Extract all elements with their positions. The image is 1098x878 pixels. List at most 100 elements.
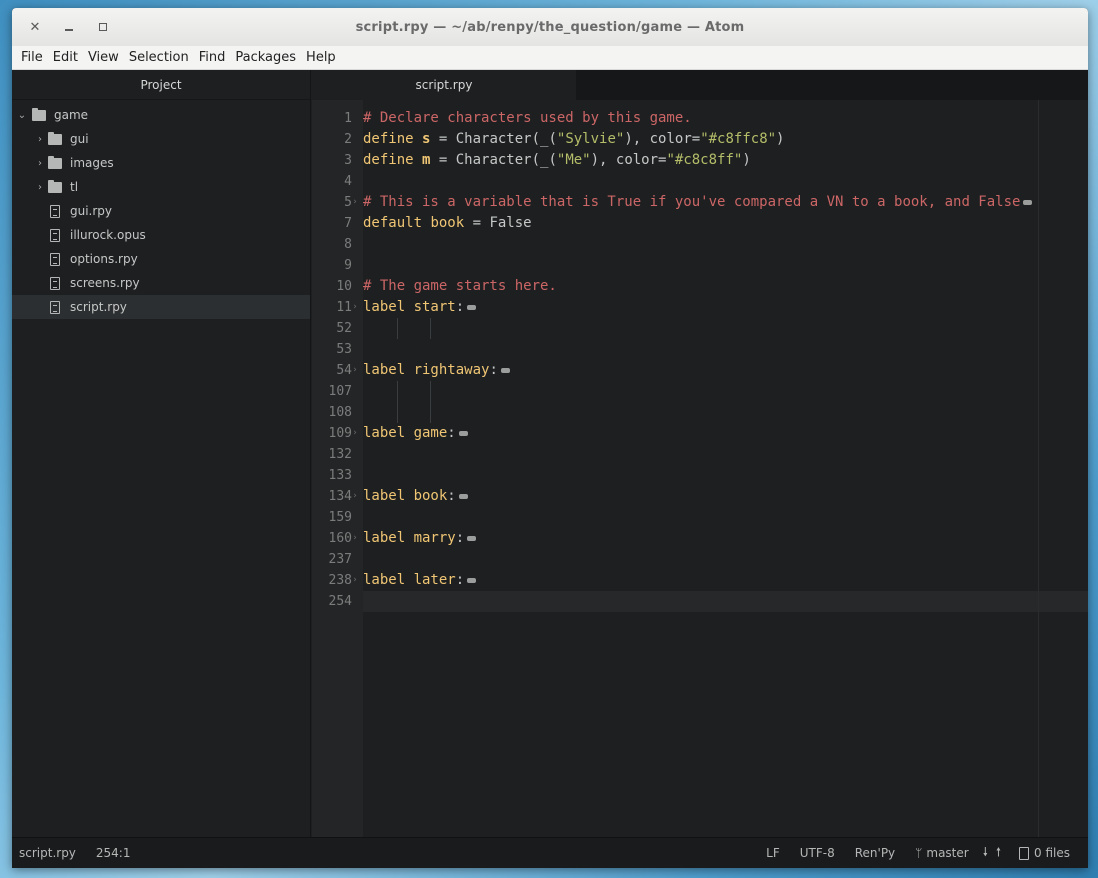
fold-ellipsis-icon[interactable] — [467, 577, 477, 583]
fold-ellipsis-icon[interactable] — [467, 535, 477, 541]
menu-edit[interactable]: Edit — [48, 50, 83, 65]
status-encoding[interactable]: UTF-8 — [790, 846, 845, 860]
project-header[interactable]: Project — [12, 70, 310, 100]
fold-chevron-icon[interactable]: › — [350, 297, 360, 318]
line-number: 107 — [328, 384, 352, 399]
indent-guide — [397, 318, 398, 339]
menu-file[interactable]: File — [16, 50, 48, 65]
fold-chevron-icon[interactable]: › — [350, 486, 360, 507]
code-line[interactable]: label later: — [363, 570, 1088, 591]
fold-ellipsis-icon[interactable] — [467, 304, 477, 310]
indent-guide — [397, 402, 398, 423]
status-line-ending[interactable]: LF — [756, 846, 790, 860]
tree-folder-label: gui — [70, 132, 89, 146]
status-cursor-position[interactable]: 254:1 — [86, 846, 141, 860]
line-number-gutter[interactable]: 1 2 3 4 5 › 7 8 9 10 11 › 52 53 54 › 107 108 109 › 132 133 134… — [312, 100, 363, 837]
minimize-window-button[interactable] — [52, 13, 86, 41]
code-line[interactable] — [363, 591, 1088, 612]
title-bar: ✕ script.rpy — ~/ab/renpy/the_question/g… — [12, 8, 1088, 46]
fold-chevron-icon[interactable]: › — [350, 360, 360, 381]
close-icon: ✕ — [29, 19, 41, 35]
fold-chevron-icon[interactable]: › — [350, 570, 360, 591]
code-line[interactable]: # This is a variable that is True if you… — [363, 192, 1088, 213]
git-branch-icon: ᛘ — [915, 846, 923, 860]
code-line[interactable] — [363, 507, 1088, 528]
tab-script-rpy[interactable]: script.rpy — [312, 70, 576, 100]
code-line[interactable] — [363, 171, 1088, 192]
line-number: 237 — [328, 552, 352, 567]
tree-file-options-rpy[interactable]: options.rpy — [12, 247, 310, 271]
code-line[interactable] — [363, 402, 1088, 423]
menu-find[interactable]: Find — [194, 50, 231, 65]
tree-file-screens-rpy[interactable]: screens.rpy — [12, 271, 310, 295]
tree-file-illurock-opus[interactable]: illurock.opus — [12, 223, 310, 247]
tree-file-label: gui.rpy — [70, 204, 113, 218]
maximize-window-button[interactable] — [86, 13, 120, 41]
tree-file-gui-rpy[interactable]: gui.rpy — [12, 199, 310, 223]
tree-root-game[interactable]: ⌄ game — [12, 103, 310, 127]
code-line[interactable]: # The game starts here. — [363, 276, 1088, 297]
file-icon — [50, 300, 60, 314]
code-line[interactable]: default book = False — [363, 213, 1088, 234]
code-line[interactable]: label book: — [363, 486, 1088, 507]
menu-help[interactable]: Help — [301, 50, 341, 65]
code-area[interactable]: # Declare characters used by this game. d… — [363, 100, 1088, 837]
code-line[interactable]: label start: — [363, 297, 1088, 318]
line-number: 159 — [328, 510, 352, 525]
code-token: ) — [776, 131, 785, 147]
code-line[interactable] — [363, 234, 1088, 255]
line-number: 132 — [328, 447, 352, 462]
chevron-right-icon: › — [38, 157, 42, 169]
tree-folder-images[interactable]: › images — [12, 151, 310, 175]
fold-ellipsis-icon[interactable] — [1023, 199, 1033, 205]
code-line[interactable] — [363, 465, 1088, 486]
status-file-path[interactable]: script.rpy — [19, 846, 86, 860]
tree-folder-label: images — [70, 156, 114, 170]
status-git-branch[interactable]: ᛘ master — [905, 846, 979, 860]
code-token: = Character(_( — [430, 152, 557, 168]
code-token: game — [413, 425, 448, 441]
files-count: 0 files — [1034, 846, 1070, 860]
folder-icon — [48, 179, 62, 193]
git-push-button[interactable]: 🠕 — [992, 843, 1005, 864]
code-line[interactable] — [363, 381, 1088, 402]
code-token: label — [363, 488, 414, 504]
menu-bar: File Edit View Selection Find Packages H… — [12, 46, 1088, 70]
code-line[interactable] — [363, 549, 1088, 570]
fold-chevron-icon[interactable]: › — [350, 528, 360, 549]
tree-file-label: script.rpy — [70, 300, 127, 314]
code-line[interactable] — [363, 444, 1088, 465]
code-token: label — [363, 299, 414, 315]
fold-ellipsis-icon[interactable] — [500, 367, 510, 373]
fold-ellipsis-icon[interactable] — [458, 430, 468, 436]
code-line[interactable] — [363, 255, 1088, 276]
code-line[interactable]: label rightaway: — [363, 360, 1088, 381]
git-pull-button[interactable]: 🠗 — [979, 843, 992, 864]
code-line[interactable]: define m = Character(_("Me"), color="#c8… — [363, 150, 1088, 171]
tree-view: Project ⌄ game › gui › images › tl gui.r… — [12, 70, 311, 837]
code-line[interactable]: define s = Character(_("Sylvie"), color=… — [363, 129, 1088, 150]
code-line[interactable]: # Declare characters used by this game. — [363, 108, 1088, 129]
menu-selection[interactable]: Selection — [124, 50, 194, 65]
code-line[interactable]: label marry: — [363, 528, 1088, 549]
tree-file-script-rpy[interactable]: script.rpy — [12, 295, 310, 319]
arrow-up-icon: 🠕 — [995, 844, 1002, 859]
code-line[interactable]: label game: — [363, 423, 1088, 444]
status-grammar[interactable]: Ren'Py — [845, 846, 905, 860]
tree-folder-gui[interactable]: › gui — [12, 127, 310, 151]
code-line[interactable] — [363, 339, 1088, 360]
menu-view[interactable]: View — [83, 50, 124, 65]
code-line[interactable] — [363, 318, 1088, 339]
fold-ellipsis-icon[interactable] — [458, 493, 468, 499]
code-token: start — [413, 299, 456, 315]
tree-folder-tl[interactable]: › tl — [12, 175, 310, 199]
code-token: define — [363, 131, 423, 147]
indent-guide — [430, 381, 431, 402]
fold-chevron-icon[interactable]: › — [350, 423, 360, 444]
menu-packages[interactable]: Packages — [230, 50, 301, 65]
line-number: 9 — [344, 258, 352, 273]
tree-root-label: game — [54, 108, 89, 122]
fold-chevron-icon[interactable]: › — [350, 192, 360, 213]
close-window-button[interactable]: ✕ — [18, 13, 52, 41]
status-github-files[interactable]: 0 files — [1005, 846, 1080, 860]
